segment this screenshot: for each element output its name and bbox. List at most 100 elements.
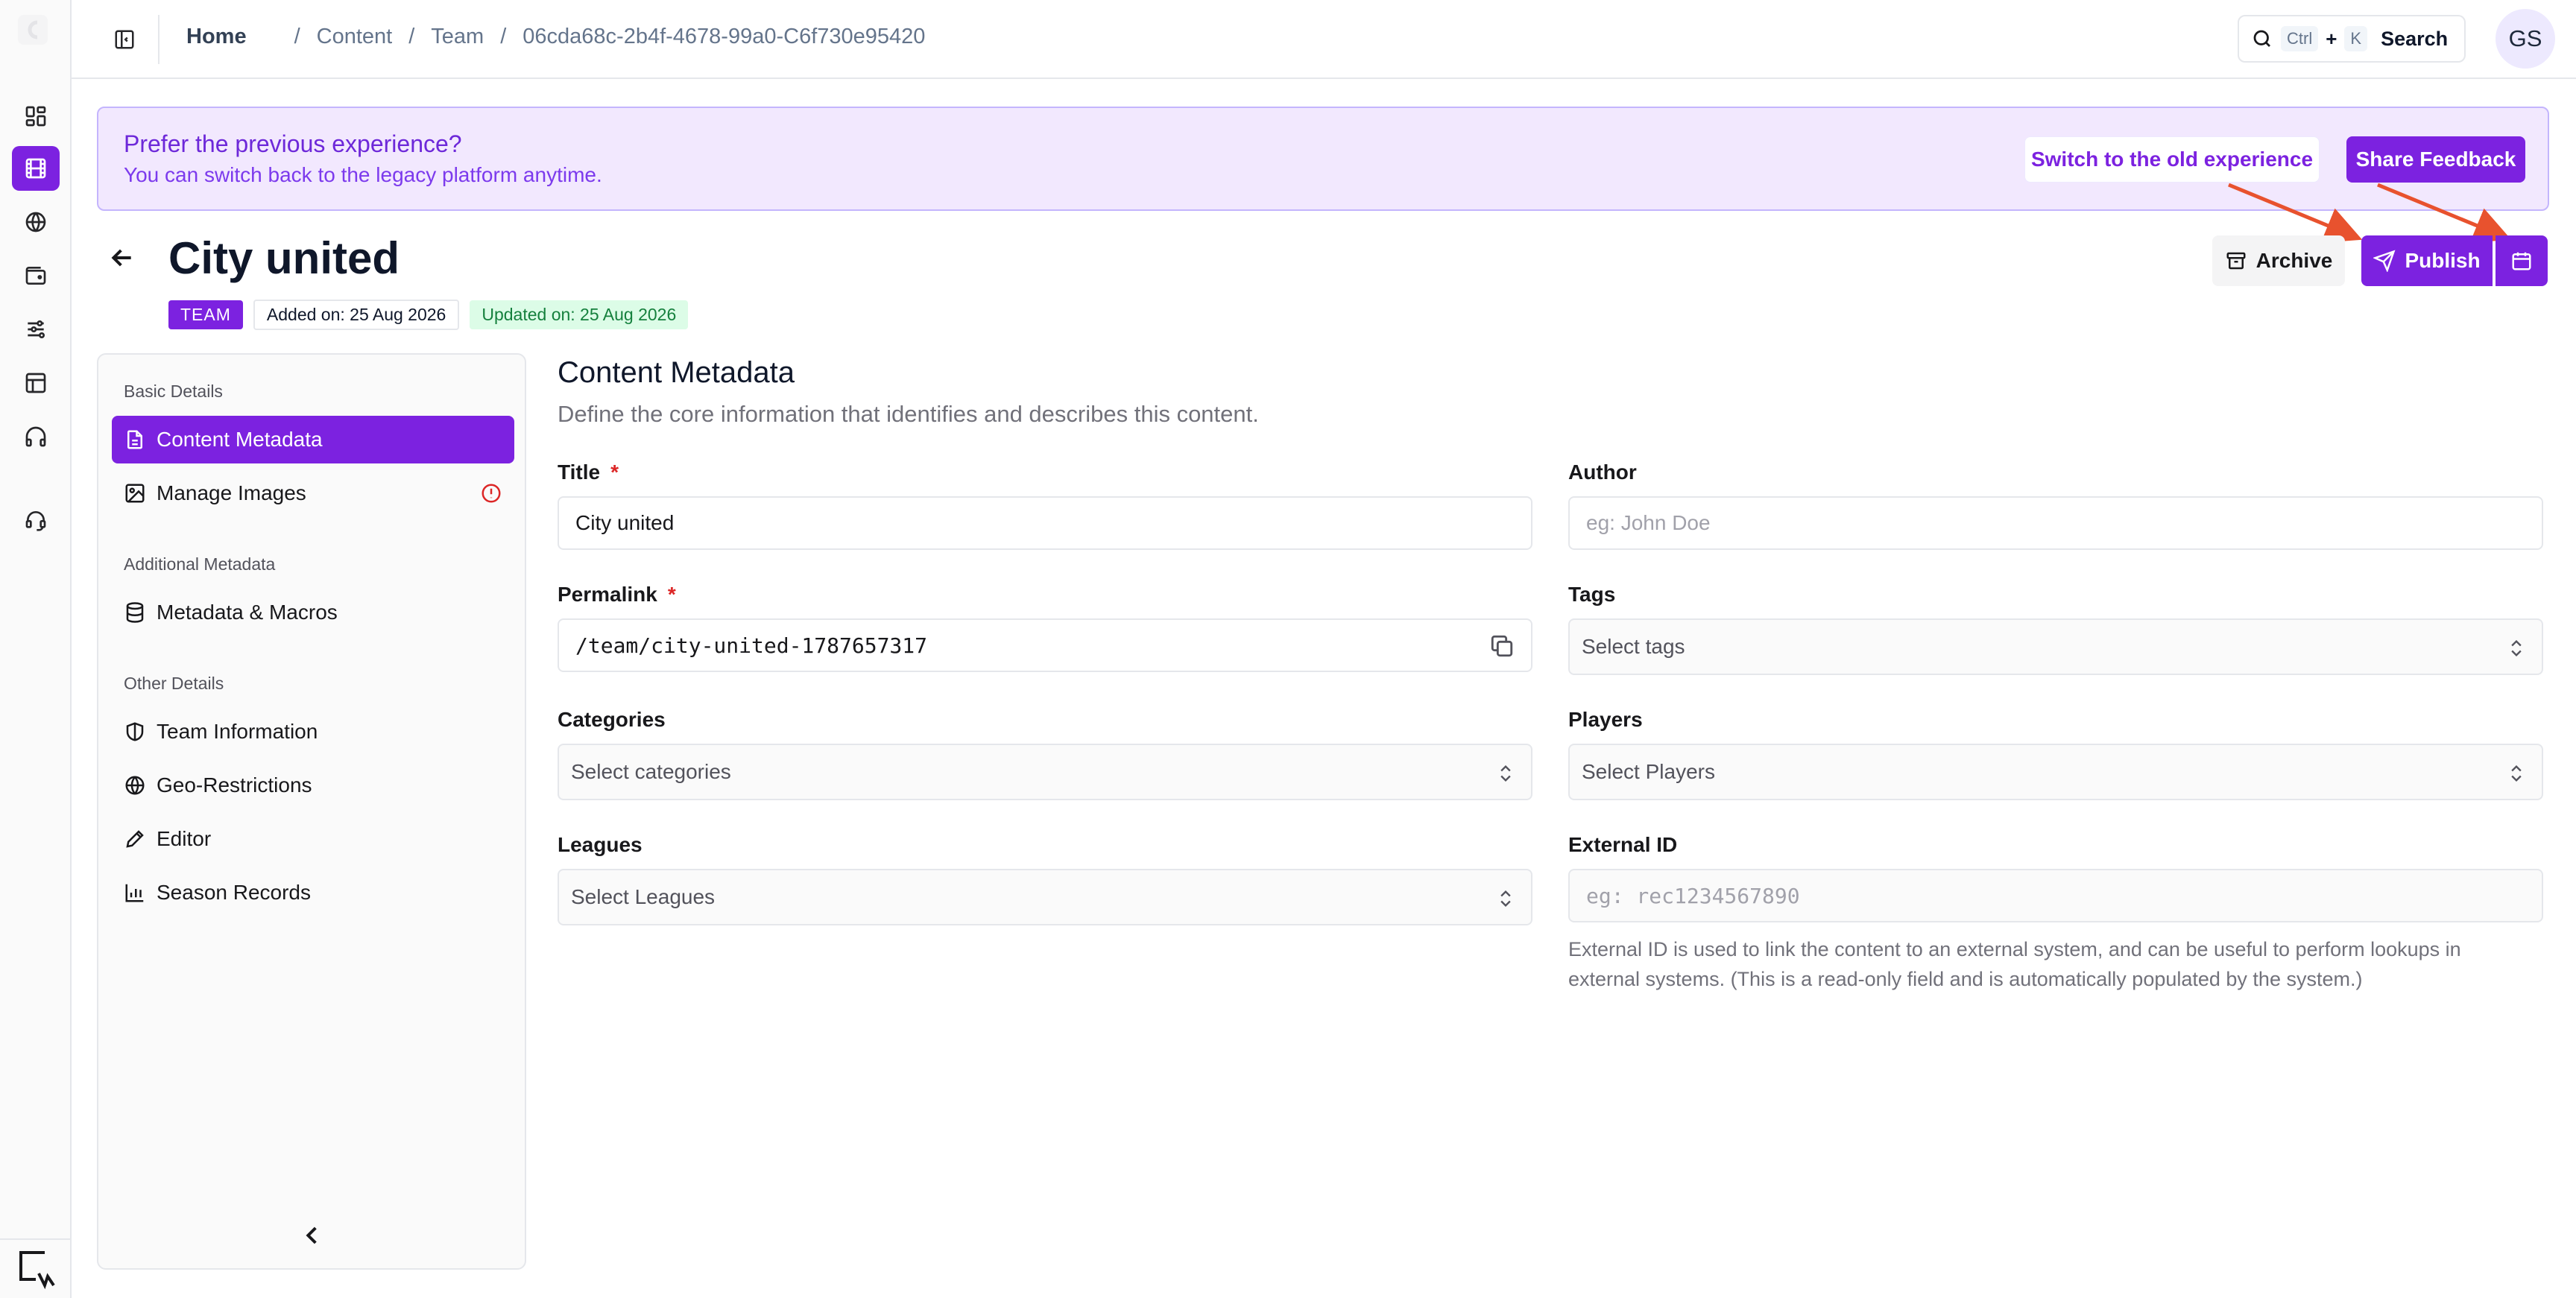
breadcrumb: Home / Content / Team / 06cda68c-2b4f-46… [186, 25, 925, 49]
title-input[interactable]: City united [558, 496, 1532, 550]
players-placeholder: Select Players [1582, 760, 1715, 783]
search-icon [2253, 30, 2270, 47]
switch-old-experience-button[interactable]: Switch to the old experience [2024, 136, 2320, 183]
nav-item-label: Team Information [157, 720, 318, 743]
breadcrumb-separator: / [408, 25, 415, 48]
search-label: Search [2381, 27, 2449, 50]
bar-chart-icon [125, 884, 144, 902]
top-header: Home / Content / Team / 06cda68c-2b4f-46… [72, 0, 2576, 79]
nav-item-metadata-macros[interactable]: Metadata & Macros [112, 589, 514, 636]
breadcrumb-home[interactable]: Home [186, 25, 247, 49]
kbd-ctrl: Ctrl [2281, 26, 2319, 51]
author-input[interactable]: eg: John Doe [1568, 496, 2543, 550]
archive-button[interactable]: Archive [2212, 235, 2345, 286]
breadcrumb-separator: / [500, 25, 507, 48]
nav-group-basic: Basic Details [124, 382, 223, 401]
publish-label: Publish [2405, 249, 2481, 272]
user-avatar[interactable]: GS [2496, 9, 2555, 69]
permalink-input[interactable]: /team/city-united-1787657317 [558, 618, 1532, 672]
search-button[interactable]: Ctrl + K Search [2238, 15, 2466, 63]
dashboard-icon[interactable] [12, 94, 60, 139]
content-type-badge: TEAM [168, 300, 243, 329]
categories-label: Categories [558, 708, 666, 731]
app-logo-icon[interactable] [10, 7, 55, 52]
leagues-label: Leagues [558, 833, 643, 856]
title-value: City united [575, 511, 675, 534]
nav-item-manage-images[interactable]: Manage Images [112, 469, 514, 517]
sidebar-toggle-icon[interactable] [107, 22, 142, 57]
calendar-icon [2512, 252, 2531, 270]
nav-item-label: Geo-Restrictions [157, 773, 312, 797]
chevron-up-down-icon [1500, 890, 1511, 907]
categories-placeholder: Select categories [571, 760, 731, 783]
external-id-placeholder: eg: rec1234567890 [1586, 883, 1800, 908]
document-icon [127, 430, 142, 449]
shield-icon [126, 722, 144, 741]
copy-icon[interactable] [1489, 633, 1515, 659]
tags-select[interactable]: Select tags [1568, 618, 2543, 675]
nav-item-geo-restrictions[interactable]: Geo-Restrictions [112, 762, 514, 809]
required-asterisk: * [667, 583, 676, 606]
publish-button[interactable]: Publish [2361, 235, 2493, 286]
share-feedback-button[interactable]: Share Feedback [2346, 136, 2525, 183]
kbd-k: K [2344, 26, 2368, 51]
tags-label: Tags [1568, 583, 1616, 606]
required-asterisk: * [610, 460, 619, 484]
wallet-icon[interactable] [12, 253, 60, 298]
nav-item-season-records[interactable]: Season Records [112, 869, 514, 916]
added-date-badge: Added on: 25 Aug 2026 [253, 300, 460, 330]
players-label: Players [1568, 708, 1643, 731]
nav-group-other: Other Details [124, 674, 224, 693]
banner-subtitle: You can switch back to the legacy platfo… [124, 163, 602, 186]
leagues-select[interactable]: Select Leagues [558, 869, 1532, 925]
breadcrumb-current-id: 06cda68c-2b4f-4678-99a0-C6f730e95420 [523, 25, 926, 48]
permalink-label-text: Permalink [558, 583, 657, 606]
headphones-icon[interactable] [12, 414, 60, 459]
nav-item-label: Manage Images [157, 481, 306, 504]
title-label: Title * [558, 460, 619, 484]
breadcrumb-separator: / [294, 25, 300, 48]
support-headset-icon[interactable] [12, 498, 60, 542]
image-icon [125, 484, 145, 503]
pencil-icon [126, 830, 144, 848]
nav-item-team-information[interactable]: Team Information [112, 708, 514, 756]
updated-date-badge: Updated on: 25 Aug 2026 [470, 300, 689, 329]
nav-item-label: Season Records [157, 881, 312, 904]
back-arrow-icon[interactable] [107, 243, 137, 273]
layout-icon[interactable] [12, 361, 60, 405]
chevron-up-down-icon [1500, 765, 1511, 782]
tags-placeholder: Select tags [1582, 635, 1685, 658]
app-rail [0, 0, 72, 1298]
title-label-text: Title [558, 460, 601, 484]
sliders-icon[interactable] [12, 307, 60, 352]
breadcrumb-team[interactable]: Team [431, 25, 484, 49]
banner-title: Prefer the previous experience? [124, 130, 462, 157]
workspace-logo-icon[interactable] [0, 1238, 72, 1298]
film-icon[interactable] [12, 146, 60, 191]
nav-item-editor[interactable]: Editor [112, 815, 514, 863]
nav-item-label: Metadata & Macros [157, 601, 338, 624]
archive-icon [2226, 252, 2246, 270]
nav-group-additional: Additional Metadata [124, 554, 276, 574]
database-icon [126, 602, 144, 623]
breadcrumb-content[interactable]: Content [317, 25, 393, 49]
section-description: Define the core information that identif… [558, 401, 1259, 427]
author-placeholder: eg: John Doe [1586, 511, 1711, 534]
nav-item-label: Content Metadata [157, 428, 323, 451]
chevron-up-down-icon [2511, 640, 2522, 656]
page-title: City united [168, 233, 400, 283]
author-label: Author [1568, 460, 1637, 484]
nav-item-content-metadata[interactable]: Content Metadata [112, 416, 514, 463]
legacy-banner: Prefer the previous experience? You can … [97, 107, 2549, 211]
schedule-publish-button[interactable] [2496, 235, 2548, 286]
globe-icon[interactable] [12, 200, 60, 244]
send-icon [2373, 250, 2396, 272]
players-select[interactable]: Select Players [1568, 744, 2543, 800]
categories-select[interactable]: Select categories [558, 744, 1532, 800]
section-title: Content Metadata [558, 356, 795, 389]
external-id-input[interactable]: eg: rec1234567890 [1568, 869, 2543, 922]
chevron-up-down-icon [2511, 765, 2522, 782]
collapse-chevron-icon[interactable] [298, 1221, 328, 1250]
kbd-plus: + [2326, 27, 2337, 50]
archive-label: Archive [2255, 249, 2333, 272]
